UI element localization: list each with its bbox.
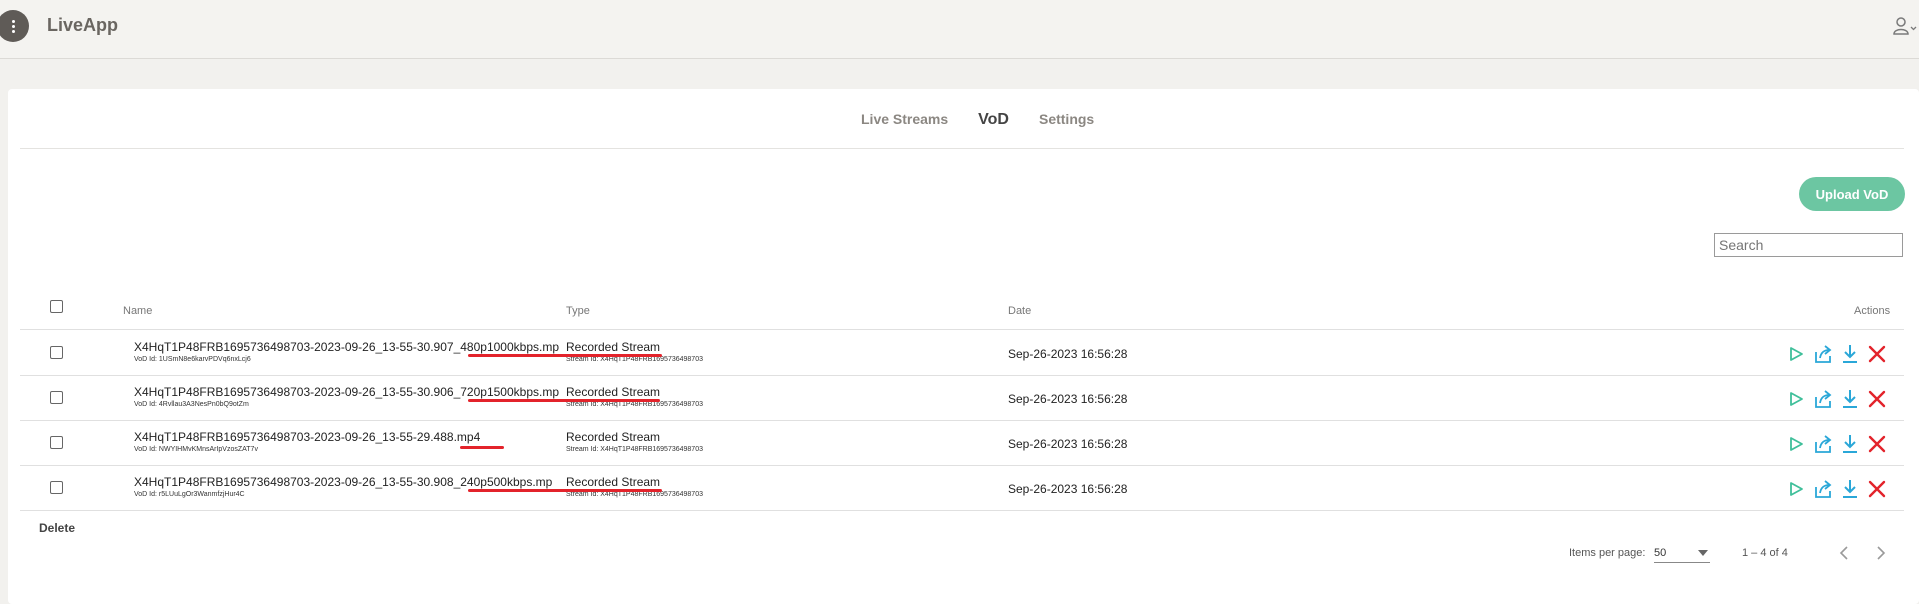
red-annotation-underline bbox=[468, 354, 662, 357]
share-icon[interactable] bbox=[1813, 433, 1833, 455]
chevron-left-icon[interactable] bbox=[1838, 546, 1850, 560]
items-per-page-label: Items per page: bbox=[1569, 547, 1646, 559]
content-card: Live Streams VoD Settings Upload VoD Nam… bbox=[8, 89, 1919, 604]
table-header: Name Type Date Actions bbox=[20, 289, 1904, 330]
chevron-right-icon[interactable] bbox=[1875, 546, 1887, 560]
row-actions bbox=[1786, 478, 1896, 500]
close-icon[interactable] bbox=[1867, 388, 1887, 410]
vod-id: VoD Id: 4Rvllau3A3NesPn0bQ9otZm bbox=[134, 401, 249, 408]
download-icon[interactable] bbox=[1840, 388, 1860, 410]
search-input[interactable] bbox=[1714, 233, 1903, 257]
vod-type: Recorded Stream bbox=[566, 475, 661, 489]
row-checkbox[interactable] bbox=[50, 391, 63, 404]
column-header-date: Date bbox=[1008, 305, 1032, 317]
vod-name-suffix: _720p1500kbps.mp bbox=[453, 385, 559, 399]
vod-type: Recorded Stream bbox=[566, 385, 661, 399]
play-icon[interactable] bbox=[1786, 388, 1806, 410]
column-header-type: Type bbox=[566, 305, 590, 317]
play-icon[interactable] bbox=[1786, 343, 1806, 365]
column-header-actions: Actions bbox=[1854, 305, 1891, 317]
top-bar: LiveApp bbox=[0, 0, 1919, 59]
user-icon[interactable] bbox=[1891, 15, 1917, 37]
red-annotation-underline bbox=[468, 489, 662, 492]
vod-date: Sep-26-2023 16:56:28 bbox=[1008, 482, 1128, 496]
vod-id: VoD Id: r5LUuLgOr3WanmfzjHur4C bbox=[134, 491, 245, 498]
vod-date: Sep-26-2023 16:56:28 bbox=[1008, 347, 1128, 361]
vod-name-prefix: X4HqT1P48FRB1695736498703-2023-09-26_13-… bbox=[134, 475, 454, 489]
vod-name-suffix: _240p500kbps.mp bbox=[453, 475, 553, 489]
row-checkbox[interactable] bbox=[50, 481, 63, 494]
tab-vod[interactable]: VoD bbox=[963, 111, 1024, 129]
pagination-range: 1 – 4 of 4 bbox=[1742, 547, 1788, 559]
row-checkbox[interactable] bbox=[50, 436, 63, 449]
red-annotation-underline bbox=[460, 446, 504, 449]
close-icon[interactable] bbox=[1867, 478, 1887, 500]
vod-type: Recorded Stream bbox=[566, 430, 661, 444]
items-per-page-select[interactable]: 50 bbox=[1654, 544, 1710, 563]
stream-id: Stream Id: X4HqT1P48FRB1695736498703 bbox=[566, 401, 703, 408]
upload-vod-button[interactable]: Upload VoD bbox=[1799, 177, 1905, 211]
app-title: LiveApp bbox=[47, 15, 119, 35]
vod-id: VoD Id: NWYIHMvKMnsArIpVzosZAT7v bbox=[134, 446, 258, 453]
download-icon[interactable] bbox=[1840, 478, 1860, 500]
vod-id: VoD Id: 1USmN8e6karvPDVq6nxLcj6 bbox=[134, 356, 251, 363]
table-row: X4HqT1P48FRB1695736498703-2023-09-26_13-… bbox=[20, 420, 1904, 466]
play-icon[interactable] bbox=[1786, 433, 1806, 455]
menu-button[interactable] bbox=[0, 10, 29, 42]
tab-bar: Live Streams VoD Settings bbox=[846, 111, 1109, 129]
delete-button[interactable]: Delete bbox=[39, 521, 75, 535]
vod-name-suffix: _480p1000kbps.mp bbox=[453, 340, 559, 354]
close-icon[interactable] bbox=[1867, 433, 1887, 455]
vertical-dots-icon bbox=[11, 19, 15, 33]
row-actions bbox=[1786, 343, 1896, 365]
download-icon[interactable] bbox=[1840, 433, 1860, 455]
tab-divider bbox=[20, 148, 1904, 149]
stream-id: Stream Id: X4HqT1P48FRB1695736498703 bbox=[566, 356, 703, 363]
table-row: X4HqT1P48FRB1695736498703-2023-09-26_13-… bbox=[20, 465, 1904, 511]
red-annotation-underline bbox=[468, 399, 660, 402]
stream-id: Stream Id: X4HqT1P48FRB1695736498703 bbox=[566, 446, 703, 453]
vod-name-prefix: X4HqT1P48FRB1695736498703-2023-09-26_13-… bbox=[134, 430, 454, 444]
vod-name[interactable]: X4HqT1P48FRB1695736498703-2023-09-26_13-… bbox=[134, 430, 480, 444]
close-icon[interactable] bbox=[1867, 343, 1887, 365]
vod-date: Sep-26-2023 16:56:28 bbox=[1008, 437, 1128, 451]
tab-live-streams[interactable]: Live Streams bbox=[846, 111, 963, 127]
select-all-checkbox[interactable] bbox=[50, 300, 63, 313]
items-per-page-value: 50 bbox=[1654, 547, 1667, 559]
share-icon[interactable] bbox=[1813, 343, 1833, 365]
vod-name-prefix: X4HqT1P48FRB1695736498703-2023-09-26_13-… bbox=[134, 385, 454, 399]
play-icon[interactable] bbox=[1786, 478, 1806, 500]
vod-name[interactable]: X4HqT1P48FRB1695736498703-2023-09-26_13-… bbox=[134, 340, 559, 354]
column-header-name: Name bbox=[123, 305, 153, 317]
stream-id: Stream Id: X4HqT1P48FRB1695736498703 bbox=[566, 491, 703, 498]
row-actions bbox=[1786, 433, 1896, 455]
table-row: X4HqT1P48FRB1695736498703-2023-09-26_13-… bbox=[20, 330, 1904, 376]
row-checkbox[interactable] bbox=[50, 346, 63, 359]
share-icon[interactable] bbox=[1813, 478, 1833, 500]
dropdown-arrow-icon bbox=[1698, 550, 1708, 556]
download-icon[interactable] bbox=[1840, 343, 1860, 365]
vod-name[interactable]: X4HqT1P48FRB1695736498703-2023-09-26_13-… bbox=[134, 385, 559, 399]
vod-name-prefix: X4HqT1P48FRB1695736498703-2023-09-26_13-… bbox=[134, 340, 454, 354]
share-icon[interactable] bbox=[1813, 388, 1833, 410]
tab-settings[interactable]: Settings bbox=[1024, 111, 1109, 127]
vod-name[interactable]: X4HqT1P48FRB1695736498703-2023-09-26_13-… bbox=[134, 475, 552, 489]
vod-date: Sep-26-2023 16:56:28 bbox=[1008, 392, 1128, 406]
row-actions bbox=[1786, 388, 1896, 410]
vod-name-suffix: .mp4 bbox=[453, 430, 481, 444]
table-row: X4HqT1P48FRB1695736498703-2023-09-26_13-… bbox=[20, 375, 1904, 421]
vod-type: Recorded Stream bbox=[566, 340, 661, 354]
